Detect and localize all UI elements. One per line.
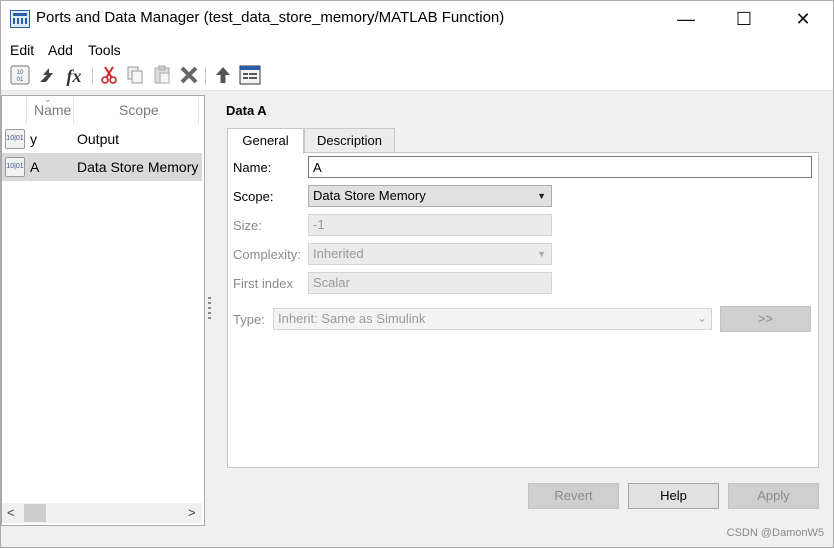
revert-button: Revert [528, 483, 619, 509]
menu-tools[interactable]: Tools [88, 42, 121, 58]
row-scope: Output [77, 131, 120, 147]
apply-button: Apply [728, 483, 819, 509]
tab-description[interactable]: Description [304, 128, 395, 153]
delete-icon[interactable] [178, 65, 200, 87]
first-index-label: First index [233, 276, 293, 291]
list-item[interactable]: 10|01 A Data Store Memory [2, 153, 202, 181]
toolbar-separator [205, 67, 206, 85]
menu-edit[interactable]: Edit [10, 42, 34, 58]
app-icon [10, 10, 30, 28]
help-button[interactable]: Help [628, 483, 719, 509]
row-name: A [30, 159, 40, 175]
list-item[interactable]: 10|01 y Output [2, 125, 202, 153]
column-header-name[interactable]: Name [34, 97, 71, 124]
size-field: -1 [308, 214, 552, 236]
row-name: y [30, 131, 37, 147]
complexity-dropdown: Inherited ▼ [308, 243, 552, 265]
toolbar-separator [92, 67, 93, 85]
column-header-scope[interactable]: Scope [119, 97, 159, 124]
menu-bar [1, 38, 833, 62]
cut-icon[interactable] [98, 65, 120, 87]
window-title: Ports and Data Manager (test_data_store_… [36, 9, 505, 26]
add-data-icon[interactable]: 10 01 [9, 65, 31, 87]
details-title: Data A [226, 103, 267, 118]
column-divider [73, 97, 74, 124]
type-value: Inherit: Same as Simulink [278, 311, 426, 326]
type-combobox: Inherit: Same as Simulink ⌄ [273, 308, 712, 330]
name-field[interactable] [308, 156, 812, 178]
copy-icon[interactable] [124, 65, 146, 87]
size-label: Size: [233, 218, 262, 233]
model-explorer-icon[interactable] [239, 65, 261, 87]
paste-icon[interactable] [151, 65, 173, 87]
scroll-left-icon[interactable]: < [7, 505, 15, 520]
data-icon: 10|01 [5, 129, 25, 149]
panel-splitter[interactable] [208, 297, 211, 319]
svg-text:10: 10 [17, 70, 24, 76]
tab-general[interactable]: General [227, 128, 304, 154]
name-label: Name: [233, 160, 272, 175]
chevron-down-icon: ▼ [537, 249, 546, 259]
menu-add[interactable]: Add [48, 42, 73, 58]
maximize-button[interactable]: ☐ [715, 1, 773, 37]
complexity-value: Inherited [313, 246, 364, 261]
scope-label: Scope: [233, 189, 274, 204]
add-function-icon[interactable]: fx [63, 65, 85, 87]
svg-text:01: 01 [17, 77, 24, 83]
watermark: CSDN @DamonW5 [726, 527, 824, 539]
minimize-button[interactable]: — [657, 1, 715, 37]
column-divider [26, 97, 27, 124]
data-type-assistant-button: >> [720, 306, 811, 332]
type-label: Type: [233, 312, 265, 327]
go-to-parent-icon[interactable] [212, 65, 234, 87]
close-button[interactable]: ✕ [774, 1, 832, 37]
column-divider [198, 97, 199, 124]
scope-dropdown[interactable]: Data Store Memory ▼ [308, 185, 552, 207]
data-icon: 10|01 [5, 157, 25, 177]
add-input-icon[interactable] [36, 65, 58, 87]
chevron-down-icon: ▼ [537, 191, 546, 201]
scroll-right-icon[interactable]: > [188, 505, 196, 520]
row-scope: Data Store Memory [77, 159, 199, 175]
scrollbar-thumb[interactable] [24, 504, 46, 522]
scope-value: Data Store Memory [313, 188, 426, 203]
complexity-label: Complexity: [233, 247, 301, 262]
first-index-field: Scalar [308, 272, 552, 294]
chevron-down-icon: ⌄ [696, 311, 707, 325]
